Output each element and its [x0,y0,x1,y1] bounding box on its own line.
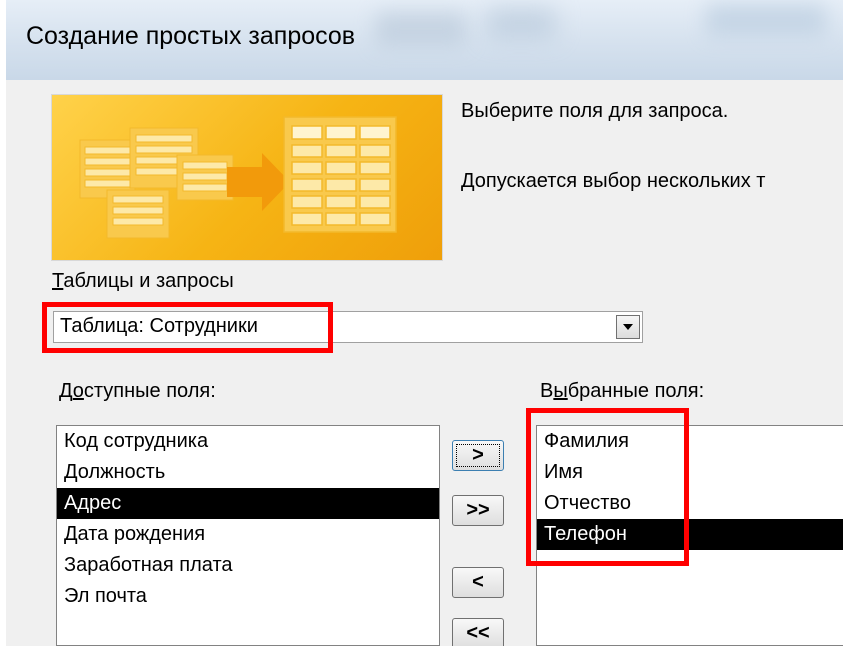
selected-fields-label-rest: бранные поля: [567,380,705,402]
remove-field-button[interactable]: < [452,567,504,598]
instruction-text-multiselect: Допускается выбор нескольких т [461,170,766,192]
tables-queries-combobox[interactable]: Таблица: Сотрудники [53,311,643,343]
list-item[interactable]: Должность [57,457,439,488]
title-bar: Создание простых запросов [6,0,843,80]
tables-queries-label-accesskey: Т [52,270,64,292]
tables-queries-label-rest: аблицы и запросы [63,270,234,292]
list-item[interactable]: Эл почта [57,581,439,612]
tables-queries-value: Таблица: Сотрудники [60,315,258,337]
available-fields-list[interactable]: Код сотрудника Должность Адрес Дата рожд… [56,425,440,646]
instruction-text: Выберите поля для запроса. [461,100,729,122]
list-item[interactable]: Дата рождения [57,519,439,550]
add-field-button[interactable]: > [452,440,504,471]
chevron-down-icon [623,324,633,330]
available-fields-label-start: Д [59,380,73,402]
list-item[interactable]: Код сотрудника [57,426,439,457]
window-title: Создание простых запросов [26,22,356,50]
tables-queries-label: Таблицы и запросы [52,270,234,293]
add-all-fields-button[interactable]: >> [452,495,504,526]
selected-fields-label-start: В [540,380,554,402]
dialog-content: Выберите поля для запроса. Допускается в… [6,80,843,646]
wizard-dialog: Создание простых запросов Выберите поля … [6,0,843,646]
available-fields-label-rest: ступные поля: [83,380,216,402]
list-item[interactable]: Адрес [57,488,439,519]
wizard-illustration-icon [51,94,443,261]
dropdown-button[interactable] [616,315,640,339]
available-fields-label-accesskey: о [72,380,84,402]
list-item[interactable]: Имя [537,457,843,488]
list-item[interactable]: Отчество [537,488,843,519]
list-item[interactable]: Телефон [537,519,843,550]
list-item[interactable]: Фамилия [537,426,843,457]
list-item[interactable]: Заработная плата [57,550,439,581]
selected-fields-list[interactable]: Фамилия Имя Отчество Телефон [536,425,843,646]
remove-all-fields-button[interactable]: << [452,618,504,646]
selected-fields-label-accesskey: ы [553,380,568,402]
selected-fields-label: Выбранные поля: [540,380,704,403]
available-fields-label: Доступные поля: [59,380,216,403]
